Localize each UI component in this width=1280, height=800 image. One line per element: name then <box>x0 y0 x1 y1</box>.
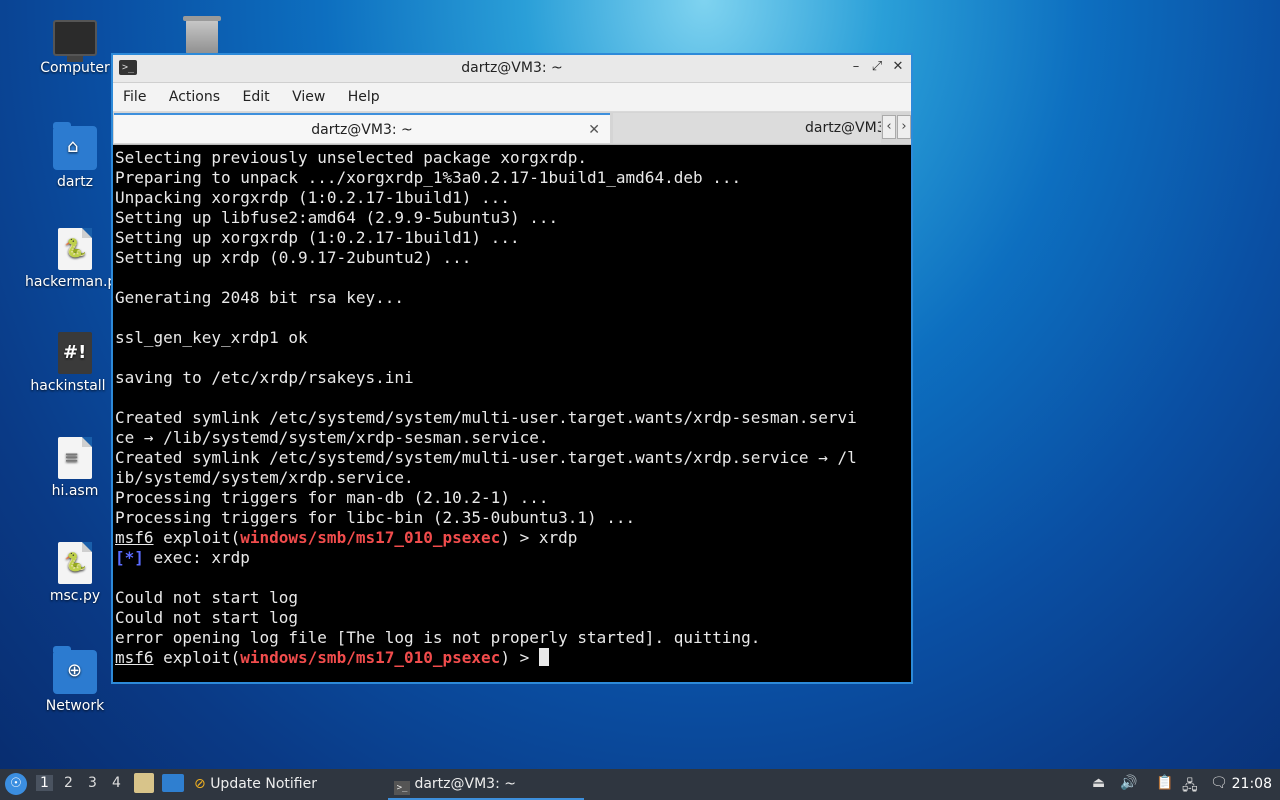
terminal-line: Created symlink /etc/systemd/system/mult… <box>115 408 857 427</box>
terminal-line: error opening log file [The log is not p… <box>115 628 761 647</box>
desktop-icon-computer[interactable]: Computer <box>25 16 125 76</box>
workspace-4[interactable]: 4 <box>112 775 121 791</box>
taskbar-terminal[interactable]: >_ dartz@VM3: ~ <box>388 769 584 800</box>
desktop-icon-label: Network <box>45 698 105 714</box>
desktop-icon-network[interactable]: ⊕ Network <box>25 646 125 714</box>
tab-bar: dartz@VM3: ~ ✕ dartz@VM3: ~ ‹› <box>113 112 911 145</box>
desktop-icon-dartz[interactable]: ⌂ dartz <box>25 122 125 190</box>
network-icon[interactable]: 🖧 <box>1182 775 1198 799</box>
menu-actions[interactable]: Actions <box>159 83 228 105</box>
terminal-window: >_ dartz@VM3: ~ – ⤢ ✕ File Actions Edit … <box>111 53 913 684</box>
terminal-icon: >_ <box>394 781 410 795</box>
network-folder-icon: ⊕ <box>53 646 97 694</box>
desktop-icon-hackerman[interactable]: 🐍 hackerman.py <box>25 228 125 290</box>
terminal-line: ib/systemd/system/xrdp.service. <box>115 468 414 487</box>
terminal-line: Setting up libfuse2:amd64 (2.9.9-5ubuntu… <box>115 208 559 227</box>
tab-scroll-left-icon[interactable]: ‹ <box>882 115 896 139</box>
trash-icon <box>183 16 221 56</box>
terminal-line: Generating 2048 bit rsa key... <box>115 288 404 307</box>
show-desktop-icon[interactable] <box>162 774 184 792</box>
text-file-icon: ≡ <box>58 437 92 479</box>
terminal-line: Setting up xorgxrdp (1:0.2.17-1build1) .… <box>115 228 520 247</box>
terminal-line: Created symlink /etc/systemd/system/mult… <box>115 448 857 467</box>
desktop-icon-hi-asm[interactable]: ≡ hi.asm <box>25 437 125 499</box>
tab-label: dartz@VM3: ~ <box>805 120 881 136</box>
menu-bar: File Actions Edit View Help <box>113 83 911 112</box>
tab-scroll: ‹ › <box>881 115 911 139</box>
tab-terminal-2[interactable]: dartz@VM3: ~ <box>613 113 881 143</box>
tab-scroll-right-icon[interactable]: › <box>897 115 911 139</box>
terminal-line: Could not start log <box>115 588 299 607</box>
home-folder-icon: ⌂ <box>53 122 97 170</box>
menu-view[interactable]: View <box>282 83 333 105</box>
terminal-output[interactable]: Selecting previously unselected package … <box>114 146 910 680</box>
terminal-line: Preparing to unpack .../xorgxrdp_1%3a0.2… <box>115 168 742 187</box>
update-notifier-icon: ⊘ <box>194 776 206 792</box>
terminal-line: Processing triggers for libc-bin (2.35-0… <box>115 508 636 527</box>
minimize-button[interactable]: – <box>847 59 865 74</box>
maximize-button[interactable]: ⤢ <box>868 59 886 74</box>
prompt-line: msf6 exploit(windows/smb/ms17_010_psexec… <box>115 648 910 668</box>
taskbar: ☉ 1 2 3 4 ⊘ Update Notifier >_ dartz@VM3… <box>0 769 1280 800</box>
volume-icon[interactable]: 🔊 <box>1120 775 1137 791</box>
eject-icon[interactable]: ⏏ <box>1092 775 1105 791</box>
tab-close-icon[interactable]: ✕ <box>588 115 600 145</box>
tab-label: dartz@VM3: ~ <box>311 122 413 138</box>
terminal-line: Processing triggers for man-db (2.10.2-1… <box>115 488 549 507</box>
python-file-icon: 🐍 <box>58 228 92 270</box>
menu-file[interactable]: File <box>113 83 154 105</box>
terminal-line: Selecting previously unselected package … <box>115 148 588 167</box>
desktop-icon-label: Computer <box>40 60 110 76</box>
start-menu-icon[interactable]: ☉ <box>5 773 27 795</box>
python-file-icon: 🐍 <box>58 542 92 584</box>
desktop-icon-msc-py[interactable]: 🐍 msc.py <box>25 542 125 604</box>
desktop-icon-label: hi.asm <box>51 483 99 499</box>
terminal-line: ssl_gen_key_xrdp1 ok <box>115 328 308 347</box>
terminal-line: Setting up xrdp (0.9.17-2ubuntu2) ... <box>115 248 472 267</box>
terminal-line: saving to /etc/xrdp/rsakeys.ini <box>115 368 414 387</box>
script-file-icon: #! <box>58 332 92 374</box>
terminal-line: Could not start log <box>115 608 299 627</box>
workspace-1[interactable]: 1 <box>36 775 53 791</box>
workspace-2[interactable]: 2 <box>64 775 73 791</box>
desktop-icon-hackinstall[interactable]: #! hackinstall <box>25 332 125 394</box>
file-manager-launcher-icon[interactable] <box>134 773 154 793</box>
exec-line: [*] exec: xrdp <box>115 548 250 567</box>
terminal-line: Unpacking xorgxrdp (1:0.2.17-1build1) ..… <box>115 188 510 207</box>
desktop-icon-label: msc.py <box>49 588 101 604</box>
menu-edit[interactable]: Edit <box>232 83 277 105</box>
window-title: dartz@VM3: ~ <box>461 60 563 76</box>
clock[interactable]: 21:08 <box>1232 776 1272 792</box>
computer-icon <box>53 20 97 62</box>
window-titlebar[interactable]: >_ dartz@VM3: ~ – ⤢ ✕ <box>113 55 911 83</box>
desktop-icon-label: hackerman.py <box>25 274 113 290</box>
desktop-icon-label: dartz <box>56 174 94 190</box>
notification-icon[interactable]: 🗨 <box>1210 775 1228 791</box>
menu-help[interactable]: Help <box>338 83 388 105</box>
terminal-cursor <box>538 648 549 666</box>
terminal-line: ce → /lib/systemd/system/xrdp-sesman.ser… <box>115 428 549 447</box>
prompt-line: msf6 exploit(windows/smb/ms17_010_psexec… <box>115 528 578 547</box>
workspace-3[interactable]: 3 <box>88 775 97 791</box>
desktop-icon-label: hackinstall <box>30 378 106 394</box>
clipboard-icon[interactable]: 📋 <box>1156 775 1173 791</box>
tab-terminal-1[interactable]: dartz@VM3: ~ ✕ <box>114 113 610 143</box>
taskbar-update-notifier[interactable]: ⊘ Update Notifier <box>194 769 317 800</box>
close-button[interactable]: ✕ <box>889 59 907 74</box>
